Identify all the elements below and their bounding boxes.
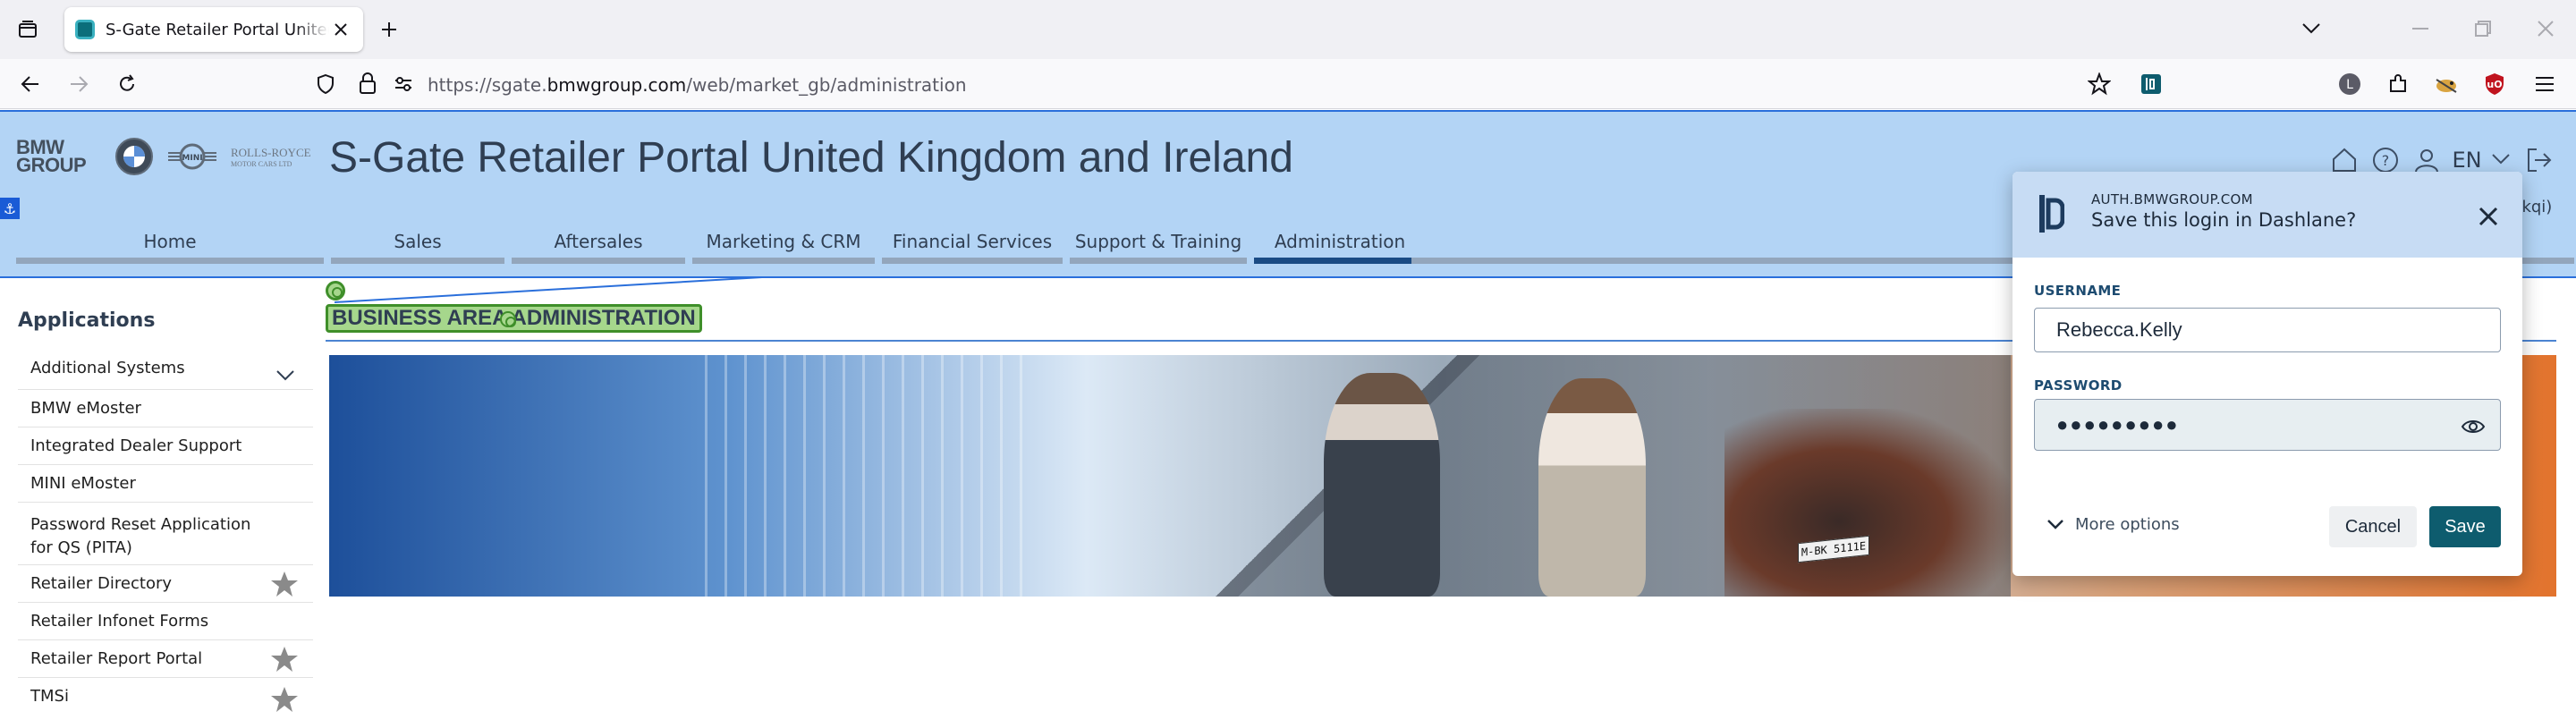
show-password-eye-icon[interactable] <box>2460 413 2487 440</box>
site-favicon-icon <box>75 20 95 39</box>
sidebar-item-additional-systems[interactable]: Additional Systems <box>18 352 313 390</box>
browser-nav-bar: https://sgate.bmwgroup.com/web/market_gb… <box>0 59 2576 109</box>
sidebar-item-tmsi[interactable]: TMSi <box>18 678 313 715</box>
svg-text:MINI: MINI <box>182 154 202 163</box>
bmw-roundel-icon[interactable] <box>114 137 154 180</box>
sidebar-item-integrated-dealer-support[interactable]: Integrated Dealer Support <box>18 427 313 465</box>
breadcrumb: BUSINESS AREA ADMINISTRATION <box>326 304 702 333</box>
dashlane-domain: AUTH.BMWGROUP.COM <box>2091 191 2253 207</box>
sidebar-item-retailer-infonet-forms[interactable]: Retailer Infonet Forms <box>18 603 313 640</box>
sidebar-item-mini-emoster[interactable]: MINI eMoster <box>18 465 313 503</box>
forward-icon[interactable] <box>63 68 95 100</box>
chevron-down-icon[interactable] <box>2293 13 2329 45</box>
bmw-group-logo[interactable]: BMW GROUP <box>16 138 87 175</box>
dashlane-dialog-header: AUTH.BMWGROUP.COM Save this login in Das… <box>2012 172 2522 258</box>
applications-sidebar: Applications Additional Systems BMW eMos… <box>0 279 313 712</box>
cancel-button[interactable]: Cancel <box>2329 506 2417 547</box>
dashlane-icon[interactable] <box>2138 71 2165 97</box>
new-tab-icon[interactable] <box>374 14 404 45</box>
language-label: EN <box>2452 148 2482 173</box>
more-options-toggle[interactable]: More options <box>2046 515 2180 534</box>
hero-person-man <box>1324 373 1440 597</box>
svg-text:L: L <box>2346 78 2353 92</box>
dashlane-save-login-dialog: AUTH.BMWGROUP.COM Save this login in Das… <box>2012 172 2522 576</box>
browser-tab-strip: S-Gate Retailer Portal United Kingdom an… <box>0 0 2576 59</box>
hero-person-woman <box>1538 378 1646 597</box>
nav-home[interactable]: Home <box>16 228 324 264</box>
rolls-royce-logo[interactable]: ROLLS-ROYCE MOTOR CARS LTD <box>231 147 311 170</box>
target-marker-icon <box>500 310 517 327</box>
hero-tunnel-lights <box>705 355 1027 597</box>
sidebar-item-bmw-emoster[interactable]: BMW eMoster <box>18 390 313 427</box>
password-label: PASSWORD <box>2034 377 2123 394</box>
more-options-label: More options <box>2075 515 2180 534</box>
chevron-down-icon <box>2491 152 2511 169</box>
nav-sales[interactable]: Sales <box>331 228 504 264</box>
hamster-icon[interactable] <box>2433 71 2460 97</box>
reload-icon[interactable] <box>111 68 143 100</box>
nav-administration[interactable]: Administration <box>1254 228 1426 264</box>
favorite-star-icon[interactable] <box>270 685 299 714</box>
username-field[interactable]: Rebecca.Kelly <box>2034 308 2501 352</box>
dashlane-title: Save this login in Dashlane? <box>2091 209 2357 231</box>
svg-text:?: ? <box>2382 152 2390 169</box>
back-icon[interactable] <box>14 68 47 100</box>
sidebar-item-retailer-directory[interactable]: Retailer Directory <box>18 565 313 603</box>
sidebar-item-retailer-report-portal[interactable]: Retailer Report Portal <box>18 640 313 678</box>
anchor-icon: ⚓ <box>0 198 20 219</box>
tab-title: S-Gate Retailer Portal United Kingdom an… <box>106 20 329 39</box>
minimize-icon[interactable] <box>2402 13 2438 45</box>
tab-close-icon[interactable] <box>329 18 352 41</box>
ublock-icon[interactable]: uO <box>2481 71 2508 97</box>
close-icon[interactable] <box>2528 13 2563 45</box>
account-icon[interactable]: L <box>2336 71 2363 97</box>
username-label: USERNAME <box>2034 283 2122 299</box>
tab-list-icon[interactable] <box>13 14 43 45</box>
chevron-down-icon[interactable] <box>275 361 295 394</box>
sidebar-item-password-reset[interactable]: Password Reset Application for QS (PITA) <box>18 503 313 565</box>
sidebar-heading: Applications <box>18 309 156 332</box>
favorite-star-icon[interactable] <box>270 645 299 673</box>
url-text[interactable]: https://sgate.bmwgroup.com/web/market_gb… <box>428 74 967 96</box>
brand-logos: MINI ROLLS-ROYCE MOTOR CARS LTD <box>114 137 311 180</box>
favorite-star-icon[interactable] <box>270 570 299 598</box>
browser-tab[interactable]: S-Gate Retailer Portal United Kingdom an… <box>64 7 363 52</box>
nav-financial-services[interactable]: Financial Services <box>882 228 1063 264</box>
lock-icon[interactable] <box>360 72 376 97</box>
bookmark-star-icon[interactable] <box>2086 71 2113 97</box>
breadcrumb-administration: ADMINISTRATION <box>511 306 696 330</box>
nav-marketing-crm[interactable]: Marketing & CRM <box>692 228 875 264</box>
restore-icon[interactable] <box>2465 13 2501 45</box>
close-icon[interactable] <box>2474 202 2503 231</box>
hero-car <box>1724 409 2011 597</box>
menu-icon[interactable] <box>2531 71 2558 97</box>
nav-support-training[interactable]: Support & Training <box>1070 228 1247 264</box>
extensions-icon[interactable] <box>2385 71 2411 97</box>
permissions-icon[interactable] <box>394 76 413 96</box>
url-bar[interactable]: https://sgate.bmwgroup.com/web/market_gb… <box>304 65 2147 103</box>
page-title: S-Gate Retailer Portal United Kingdom an… <box>329 134 1293 182</box>
shield-icon[interactable] <box>317 73 335 97</box>
save-button[interactable]: Save <box>2429 506 2501 547</box>
logout-icon[interactable] <box>2524 144 2555 176</box>
target-marker-icon <box>326 281 345 301</box>
chevron-down-icon <box>2046 515 2064 534</box>
dashlane-logo-icon <box>2038 191 2065 236</box>
breadcrumb-business-area[interactable]: BUSINESS AREA <box>332 306 507 330</box>
nav-aftersales[interactable]: Aftersales <box>512 228 685 264</box>
mini-logo-icon[interactable]: MINI <box>166 140 218 176</box>
password-field[interactable]: ●●●●●●●●● <box>2034 399 2501 451</box>
svg-text:uO: uO <box>2487 79 2502 90</box>
